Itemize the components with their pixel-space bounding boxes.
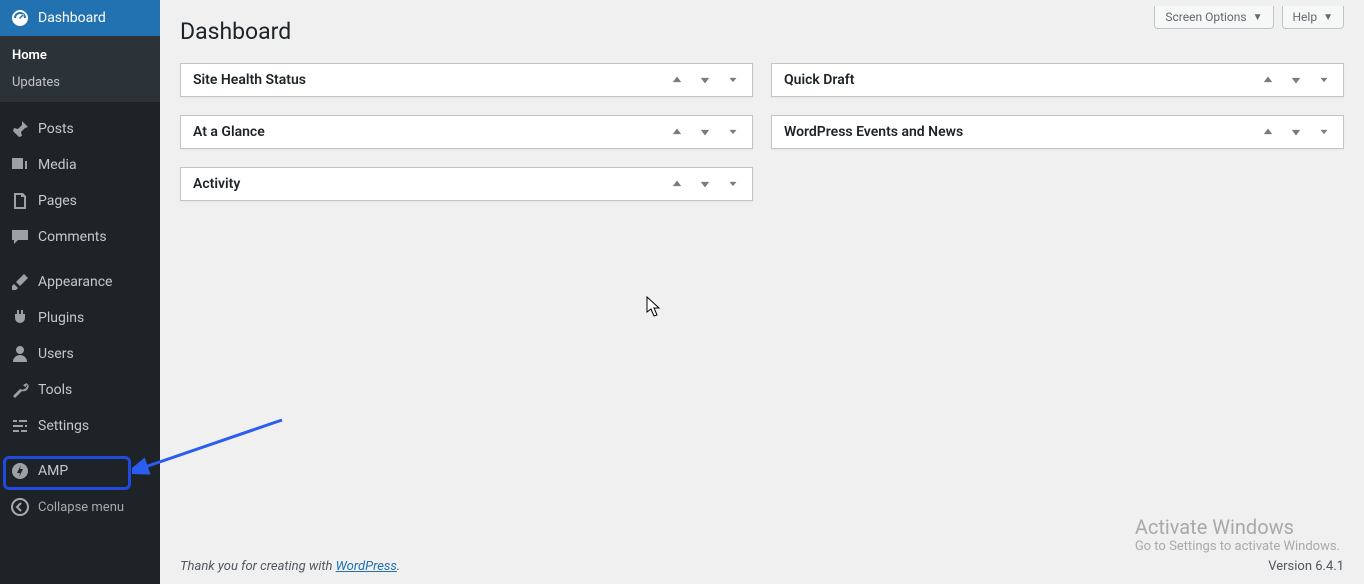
sidebar-item-users[interactable]: Users (0, 336, 160, 372)
widget-at-a-glance: At a Glance (180, 115, 753, 149)
caret-down-icon: ▼ (1253, 12, 1263, 23)
widget-site-health: Site Health Status (180, 63, 753, 97)
sidebar-item-label: AMP (38, 463, 68, 479)
widget-title: Site Health Status (193, 72, 306, 88)
dashboard-icon (10, 8, 30, 28)
sidebar-item-posts[interactable]: Posts (0, 111, 160, 147)
move-down-button[interactable] (698, 73, 712, 87)
amp-icon (10, 461, 30, 481)
widget-title: Quick Draft (784, 72, 854, 88)
pages-icon (10, 191, 30, 211)
toggle-button[interactable] (726, 125, 740, 139)
help-button[interactable]: Help ▼ (1282, 6, 1345, 29)
move-up-button[interactable] (670, 125, 684, 139)
sidebar-item-label: Users (38, 346, 74, 362)
collapse-menu-button[interactable]: Collapse menu (0, 489, 160, 525)
widget-title: Activity (193, 176, 240, 192)
watermark-title: Activate Windows (1135, 515, 1340, 539)
sidebar-item-media[interactable]: Media (0, 147, 160, 183)
move-down-button[interactable] (1289, 73, 1303, 87)
sidebar-submenu-dashboard: Home Updates (0, 36, 160, 102)
admin-footer: Thank you for creating with WordPress. V… (180, 545, 1344, 584)
sidebar-item-comments[interactable]: Comments (0, 219, 160, 255)
plug-icon (10, 308, 30, 328)
pin-icon (10, 119, 30, 139)
sidebar-item-settings[interactable]: Settings (0, 408, 160, 444)
widget-title: At a Glance (193, 124, 265, 140)
sidebar-item-label: Settings (38, 418, 89, 434)
brush-icon (10, 272, 30, 292)
widget-quick-draft: Quick Draft (771, 63, 1344, 97)
media-icon (10, 155, 30, 175)
sidebar-subitem-home[interactable]: Home (0, 42, 160, 69)
move-up-button[interactable] (670, 177, 684, 191)
sidebar-item-label: Plugins (38, 310, 84, 326)
collapse-icon (10, 497, 30, 517)
widget-events-news: WordPress Events and News (771, 115, 1344, 149)
admin-sidebar: Dashboard Home Updates Posts Media Pages (0, 0, 160, 584)
move-down-button[interactable] (1289, 125, 1303, 139)
screen-meta-toggles: Screen Options ▼ Help ▼ (1154, 0, 1344, 29)
sidebar-item-amp[interactable]: AMP (0, 453, 160, 489)
sidebar-item-dashboard[interactable]: Dashboard (0, 0, 160, 36)
move-up-button[interactable] (1261, 73, 1275, 87)
sidebar-item-label: Dashboard (38, 10, 106, 26)
user-icon (10, 344, 30, 364)
dashboard-widgets: Site Health Status At a Glance (180, 63, 1344, 201)
caret-down-icon: ▼ (1323, 12, 1333, 23)
footer-version: Version 6.4.1 (1268, 559, 1344, 574)
toggle-button[interactable] (1317, 73, 1331, 87)
sidebar-item-label: Pages (38, 193, 77, 209)
move-down-button[interactable] (698, 125, 712, 139)
sidebar-item-appearance[interactable]: Appearance (0, 264, 160, 300)
widgets-column-1: Site Health Status At a Glance (180, 63, 753, 201)
sidebar-item-plugins[interactable]: Plugins (0, 300, 160, 336)
widget-title: WordPress Events and News (784, 124, 963, 140)
footer-thanks: Thank you for creating with WordPress. (180, 559, 400, 574)
widget-activity: Activity (180, 167, 753, 201)
wrench-icon (10, 380, 30, 400)
sidebar-item-label: Appearance (38, 274, 112, 290)
sidebar-subitem-updates[interactable]: Updates (0, 69, 160, 96)
sidebar-item-label: Tools (38, 382, 72, 398)
main-content: Screen Options ▼ Help ▼ Dashboard Site H… (160, 0, 1364, 584)
comments-icon (10, 227, 30, 247)
wordpress-link[interactable]: WordPress (336, 559, 397, 574)
sidebar-item-pages[interactable]: Pages (0, 183, 160, 219)
move-up-button[interactable] (670, 73, 684, 87)
screen-options-label: Screen Options (1165, 10, 1246, 24)
widgets-column-2: Quick Draft WordPress Events and News (771, 63, 1344, 201)
collapse-label: Collapse menu (38, 500, 124, 515)
sidebar-item-label: Comments (38, 229, 107, 245)
toggle-button[interactable] (726, 177, 740, 191)
toggle-button[interactable] (726, 73, 740, 87)
sliders-icon (10, 416, 30, 436)
sidebar-item-tools[interactable]: Tools (0, 372, 160, 408)
sidebar-item-label: Posts (38, 121, 74, 137)
help-label: Help (1293, 10, 1318, 24)
move-down-button[interactable] (698, 177, 712, 191)
sidebar-item-label: Media (38, 157, 77, 173)
toggle-button[interactable] (1317, 125, 1331, 139)
screen-options-button[interactable]: Screen Options ▼ (1154, 6, 1273, 29)
move-up-button[interactable] (1261, 125, 1275, 139)
